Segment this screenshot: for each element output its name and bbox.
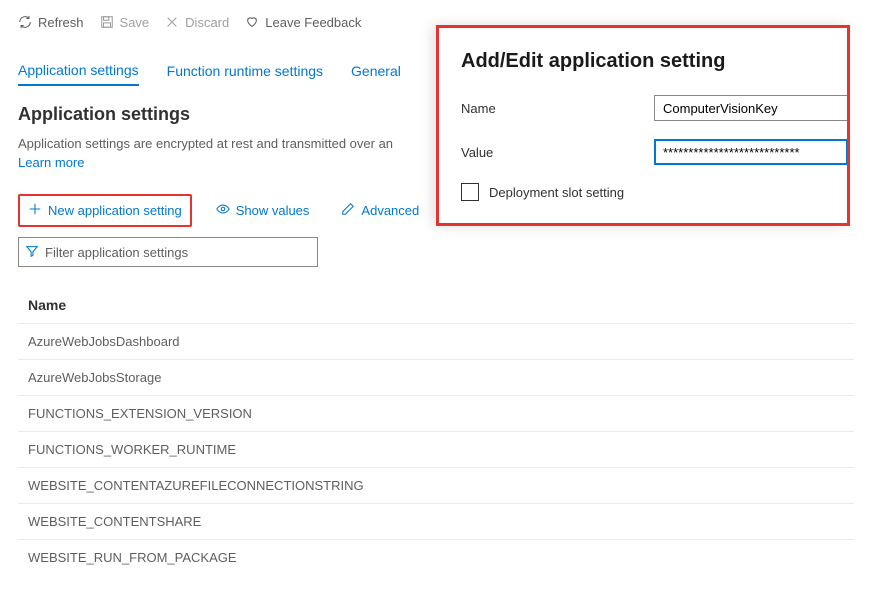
show-values-label: Show values [236, 203, 310, 218]
filter-input[interactable] [45, 245, 311, 260]
table-row[interactable]: FUNCTIONS_EXTENSION_VERSION [18, 395, 854, 431]
heart-icon [245, 15, 259, 29]
save-icon [100, 15, 114, 29]
pencil-icon [341, 202, 355, 219]
new-application-setting-button[interactable]: New application setting [18, 194, 192, 227]
table-row[interactable]: WEBSITE_CONTENTAZUREFILECONNECTIONSTRING [18, 467, 854, 503]
plus-icon [28, 202, 42, 219]
save-label: Save [120, 15, 150, 30]
table-row[interactable]: FUNCTIONS_WORKER_RUNTIME [18, 431, 854, 467]
tab-general[interactable]: General [351, 62, 401, 86]
show-values-button[interactable]: Show values [208, 196, 318, 225]
name-label: Name [461, 101, 654, 116]
tab-function-runtime-settings[interactable]: Function runtime settings [167, 62, 323, 86]
panel-row-name: Name [461, 95, 847, 121]
refresh-icon [18, 15, 32, 29]
eye-icon [216, 202, 230, 219]
value-input[interactable] [654, 139, 847, 165]
filter-input-wrap[interactable] [18, 237, 318, 267]
discard-label: Discard [185, 15, 229, 30]
advanced-edit-button[interactable]: Advanced [333, 196, 427, 225]
discard-button[interactable]: Discard [165, 15, 229, 30]
value-label: Value [461, 145, 654, 160]
settings-table: Name AzureWebJobsDashboard AzureWebJobsS… [18, 287, 854, 575]
table-row[interactable]: WEBSITE_RUN_FROM_PACKAGE [18, 539, 854, 575]
save-button[interactable]: Save [100, 15, 150, 30]
add-edit-setting-panel: Add/Edit application setting Name Value … [436, 25, 850, 226]
learn-more-link[interactable]: Learn more [18, 155, 84, 170]
table-row[interactable]: AzureWebJobsDashboard [18, 323, 854, 359]
slot-setting-row: Deployment slot setting [461, 183, 847, 201]
table-row[interactable]: AzureWebJobsStorage [18, 359, 854, 395]
discard-icon [165, 15, 179, 29]
filter-icon [25, 244, 39, 261]
feedback-label: Leave Feedback [265, 15, 361, 30]
panel-title: Add/Edit application setting [461, 50, 847, 73]
refresh-label: Refresh [38, 15, 84, 30]
name-input[interactable] [654, 95, 847, 121]
slot-setting-checkbox[interactable] [461, 183, 479, 201]
feedback-button[interactable]: Leave Feedback [245, 15, 361, 30]
tab-application-settings[interactable]: Application settings [18, 62, 139, 86]
filter-row [18, 237, 854, 267]
refresh-button[interactable]: Refresh [18, 15, 84, 30]
table-header-name: Name [18, 287, 854, 323]
slot-setting-label: Deployment slot setting [489, 185, 624, 200]
panel-row-value: Value [461, 139, 847, 165]
advanced-label: Advanced [361, 203, 419, 218]
new-setting-label: New application setting [48, 203, 182, 218]
table-row[interactable]: WEBSITE_CONTENTSHARE [18, 503, 854, 539]
